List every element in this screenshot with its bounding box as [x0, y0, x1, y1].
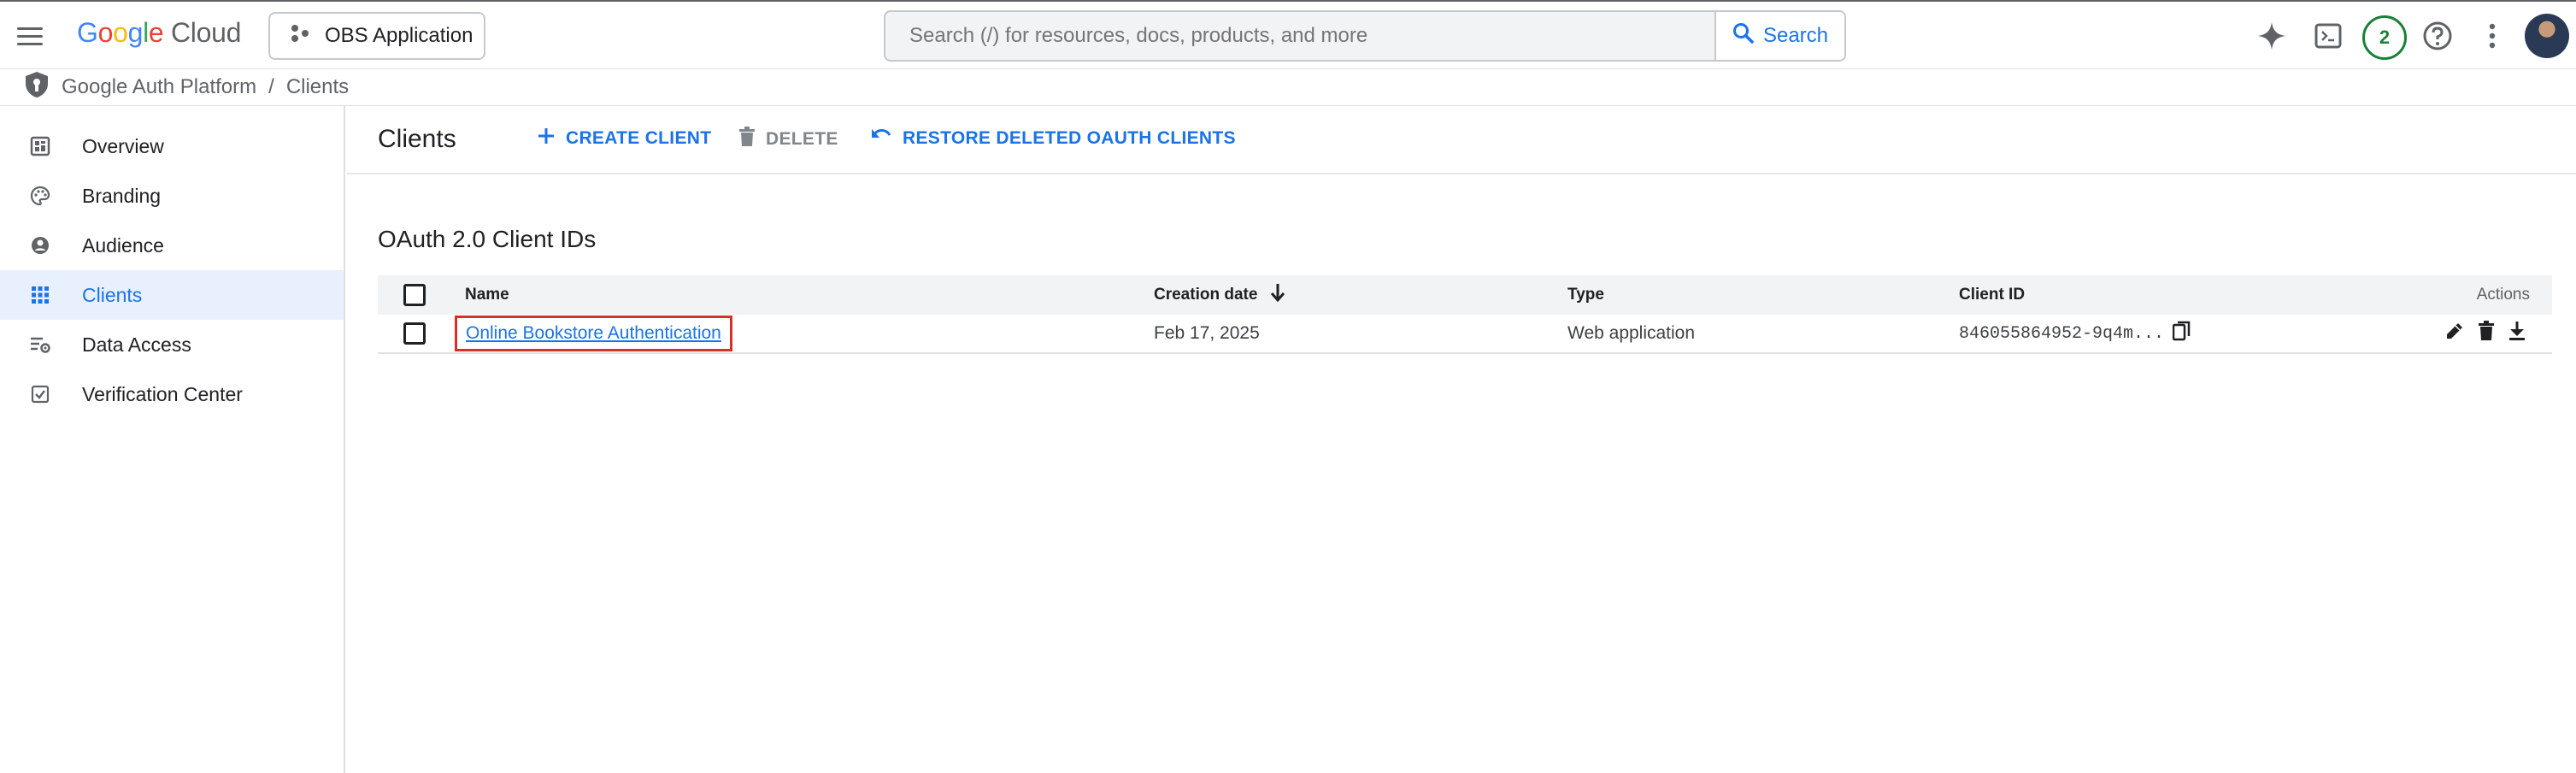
restore-deleted-clients-button[interactable]: RESTORE DELETED OAUTH CLIENTS: [870, 127, 1236, 150]
delete-label: DELETE: [766, 129, 838, 149]
create-client-button[interactable]: CREATE CLIENT: [537, 127, 711, 150]
help-icon[interactable]: [2420, 19, 2455, 53]
edit-pencil-icon[interactable]: [2444, 321, 2465, 346]
clients-table: Name Creation date Type Client ID Action…: [378, 275, 2552, 354]
search-bar: Search: [884, 10, 1846, 62]
sidebar-item-label: Clients: [82, 283, 143, 306]
search-icon: [1732, 22, 1755, 50]
more-vert-icon[interactable]: [2475, 19, 2509, 53]
logo-cloud-text: Cloud: [171, 17, 242, 48]
sidebar-item-label: Verification Center: [82, 382, 243, 405]
client-id-value: 846055864952-9q4m...: [1959, 323, 2165, 344]
search-button[interactable]: Search: [1714, 12, 1844, 60]
section-title: OAuth 2.0 Client IDs: [378, 226, 597, 252]
project-label: OBS Application: [325, 24, 473, 47]
verified-check-icon: [29, 383, 51, 405]
user-avatar[interactable]: [2525, 14, 2569, 58]
main-content: Clients CREATE CLIENT DELETE RESTORE DEL…: [347, 106, 2576, 773]
restore-label: RESTORE DELETED OAUTH CLIENTS: [903, 128, 1236, 148]
search-button-label: Search: [1762, 24, 1829, 47]
gemini-sparkle-icon[interactable]: [2255, 19, 2289, 53]
client-name-cell: Online Bookstore Authentication: [455, 315, 732, 352]
project-picker-button[interactable]: OBS Application: [268, 12, 485, 60]
table-header-row: Name Creation date Type Client ID Action…: [378, 275, 2552, 315]
sidebar-item-label: Branding: [82, 184, 162, 207]
undo-icon: [870, 127, 892, 150]
row-select-checkbox[interactable]: [403, 315, 426, 352]
copy-icon[interactable]: [2172, 321, 2191, 346]
breadcrumb-separator: /: [268, 75, 274, 98]
sidebar: Overview Branding Audience Clients Data …: [0, 106, 345, 773]
creation-date-label: Creation date: [1154, 286, 1258, 304]
breadcrumb: Google Auth Platform / Clients: [0, 68, 2576, 106]
sidebar-item-branding[interactable]: Branding: [0, 171, 344, 221]
delete-trash-icon[interactable]: [2477, 321, 2496, 346]
column-header-client-id[interactable]: Client ID: [1959, 275, 2025, 315]
project-icon: [289, 22, 311, 50]
cloud-shell-terminal-icon[interactable]: [2311, 19, 2345, 53]
delete-button[interactable]: DELETE: [738, 127, 838, 152]
google-cloud-logo[interactable]: Google Cloud: [77, 17, 241, 49]
account-circle-icon: [29, 234, 51, 257]
apps-grid-icon: [29, 284, 51, 306]
column-header-type[interactable]: Type: [1567, 275, 1604, 315]
column-header-actions: Actions: [2476, 286, 2530, 304]
breadcrumb-item-clients: Clients: [285, 75, 350, 98]
shield-icon: [24, 71, 50, 104]
sidebar-item-overview[interactable]: Overview: [0, 121, 344, 171]
top-app-bar: Google Cloud OBS Application Search 2: [0, 0, 2576, 68]
client-name-link[interactable]: Online Bookstore Authentication: [455, 316, 732, 351]
search-input[interactable]: [885, 12, 1714, 60]
add-icon: [537, 127, 556, 150]
sidebar-item-audience[interactable]: Audience: [0, 221, 344, 270]
trash-icon: [738, 127, 756, 152]
breadcrumb-item-auth-platform[interactable]: Google Auth Platform: [62, 75, 256, 99]
creation-date-cell: Feb 17, 2025: [1154, 323, 1260, 343]
logo-google-text: Google: [77, 17, 164, 48]
type-cell: Web application: [1567, 323, 1696, 343]
dashboard-icon: [29, 135, 51, 157]
sort-arrow-down-icon: [1269, 282, 1286, 308]
data-settings-icon: [29, 333, 51, 356]
column-header-creation-date[interactable]: Creation date: [1154, 275, 1286, 315]
notifications-badge[interactable]: 2: [2362, 15, 2407, 60]
row-actions: [2444, 315, 2526, 352]
sidebar-item-clients[interactable]: Clients: [0, 270, 344, 320]
page-toolbar: Clients CREATE CLIENT DELETE RESTORE DEL…: [347, 106, 2576, 174]
sidebar-item-label: Audience: [82, 233, 164, 257]
sidebar-item-verification-center[interactable]: Verification Center: [0, 369, 344, 419]
sidebar-item-label: Data Access: [82, 333, 191, 356]
sidebar-item-data-access[interactable]: Data Access: [0, 320, 344, 369]
download-icon[interactable]: [2508, 321, 2526, 346]
select-all-checkbox[interactable]: [403, 275, 426, 315]
table-row: Online Bookstore Authentication Feb 17, …: [378, 315, 2552, 354]
create-client-label: CREATE CLIENT: [566, 128, 712, 148]
hamburger-menu-icon[interactable]: [17, 21, 48, 51]
page-title: Clients: [378, 125, 456, 153]
sidebar-item-label: Overview: [82, 134, 164, 157]
palette-icon: [29, 185, 51, 207]
client-id-cell: 846055864952-9q4m...: [1959, 315, 2191, 352]
column-header-name[interactable]: Name: [465, 275, 509, 315]
